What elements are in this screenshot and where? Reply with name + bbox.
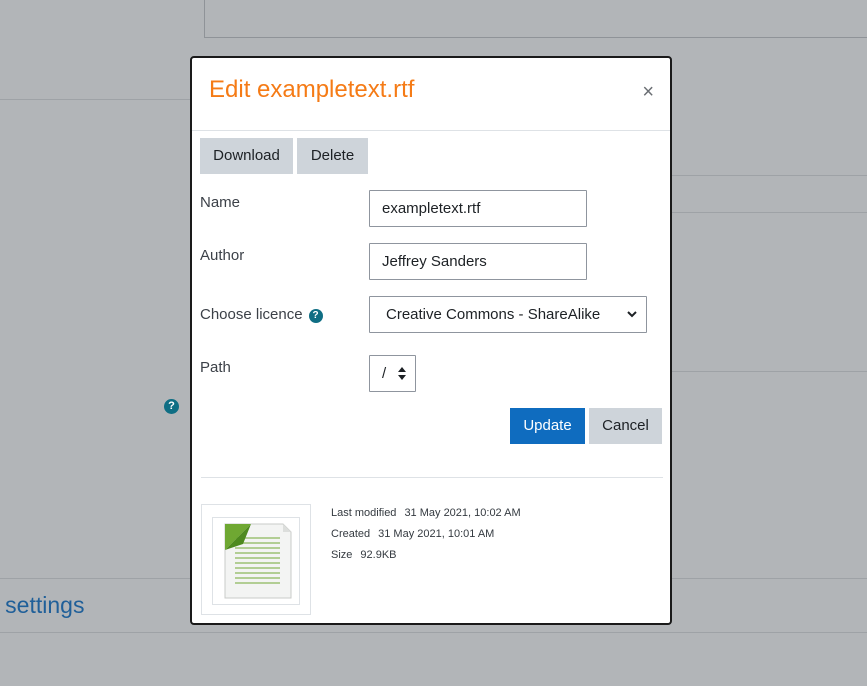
author-label: Author — [200, 247, 245, 264]
name-input[interactable]: exampletext.rtf — [369, 190, 587, 227]
size-row: Size 92.9KB — [331, 549, 397, 561]
created-label: Created — [331, 528, 371, 540]
background-settings-heading: e settings — [0, 592, 85, 618]
chevron-down-icon — [626, 297, 638, 346]
licence-select-value: Creative Commons - ShareAlike — [386, 306, 601, 323]
background-divider — [672, 212, 867, 213]
background-divider — [672, 371, 867, 372]
licence-label-text: Choose licence — [200, 306, 303, 323]
size-value: 92.9KB — [360, 549, 397, 561]
licence-select[interactable]: Creative Commons - ShareAlike — [369, 296, 647, 333]
created-value: 31 May 2021, 10:01 AM — [378, 528, 495, 540]
size-label: Size — [331, 549, 353, 561]
dialog-title: Edit exampletext.rtf — [209, 76, 415, 103]
thumbnail-frame — [212, 517, 300, 605]
path-label: Path — [200, 359, 231, 376]
document-icon — [224, 523, 292, 599]
background-divider — [0, 632, 867, 633]
dialog-header: Edit exampletext.rtf × — [192, 58, 670, 131]
created-row: Created 31 May 2021, 10:01 AM — [331, 528, 494, 540]
name-label: Name — [200, 194, 241, 211]
close-icon[interactable]: × — [642, 82, 654, 102]
edit-file-dialog: Edit exampletext.rtf × Download Delete N… — [190, 56, 672, 625]
file-thumbnail — [201, 504, 311, 615]
section-divider — [201, 477, 663, 478]
last-modified-row: Last modified 31 May 2021, 10:02 AM — [331, 507, 521, 519]
background-divider — [672, 175, 867, 176]
last-modified-label: Last modified — [331, 507, 397, 519]
download-button[interactable]: Download — [200, 138, 293, 174]
background-divider — [0, 99, 190, 100]
background-panel — [204, 0, 867, 38]
licence-label: Choose licence? — [200, 306, 323, 323]
author-input[interactable]: Jeffrey Sanders — [369, 243, 587, 280]
last-modified-value: 31 May 2021, 10:02 AM — [404, 507, 521, 519]
update-button[interactable]: Update — [510, 408, 585, 444]
help-icon[interactable]: ? — [308, 309, 323, 323]
path-select-value: / — [382, 365, 387, 382]
background-help-icon: ? — [164, 399, 179, 414]
path-select[interactable]: / — [369, 355, 416, 392]
delete-button[interactable]: Delete — [297, 138, 368, 174]
sort-arrows-icon — [397, 356, 407, 405]
cancel-button[interactable]: Cancel — [589, 408, 662, 444]
